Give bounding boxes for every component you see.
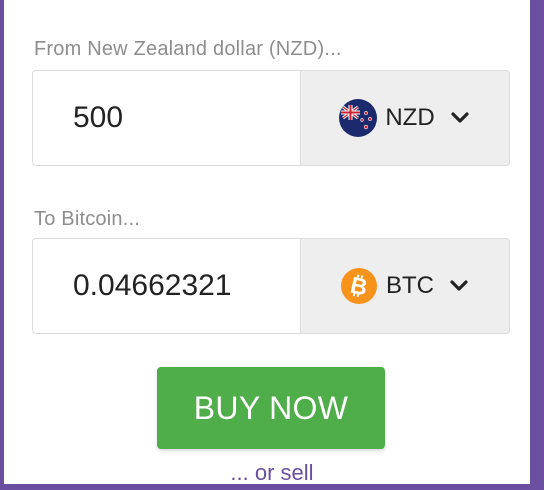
chevron-down-icon — [449, 107, 471, 129]
frame-border-right — [530, 0, 544, 490]
from-label: From New Zealand dollar (NZD)... — [34, 38, 342, 60]
bitcoin-icon: B — [340, 267, 378, 305]
from-amount-input[interactable]: 500 — [33, 71, 301, 165]
frame-border-left — [0, 0, 4, 490]
from-currency-select[interactable]: NZD — [301, 71, 509, 165]
chevron-down-icon — [448, 275, 470, 297]
buy-now-button[interactable]: BUY NOW — [157, 367, 385, 449]
from-currency-code: NZD — [385, 104, 435, 131]
to-currency-select[interactable]: B BTC — [301, 239, 509, 333]
to-label: To Bitcoin... — [34, 208, 140, 230]
to-amount-input[interactable]: 0.04662321 — [33, 239, 301, 333]
to-row: 0.04662321 B BTC — [32, 238, 510, 334]
from-row: 500 NZD — [32, 70, 510, 166]
to-currency-code: BTC — [386, 272, 434, 299]
nz-flag-icon — [339, 99, 378, 137]
sell-link[interactable]: ... or sell — [0, 460, 544, 486]
